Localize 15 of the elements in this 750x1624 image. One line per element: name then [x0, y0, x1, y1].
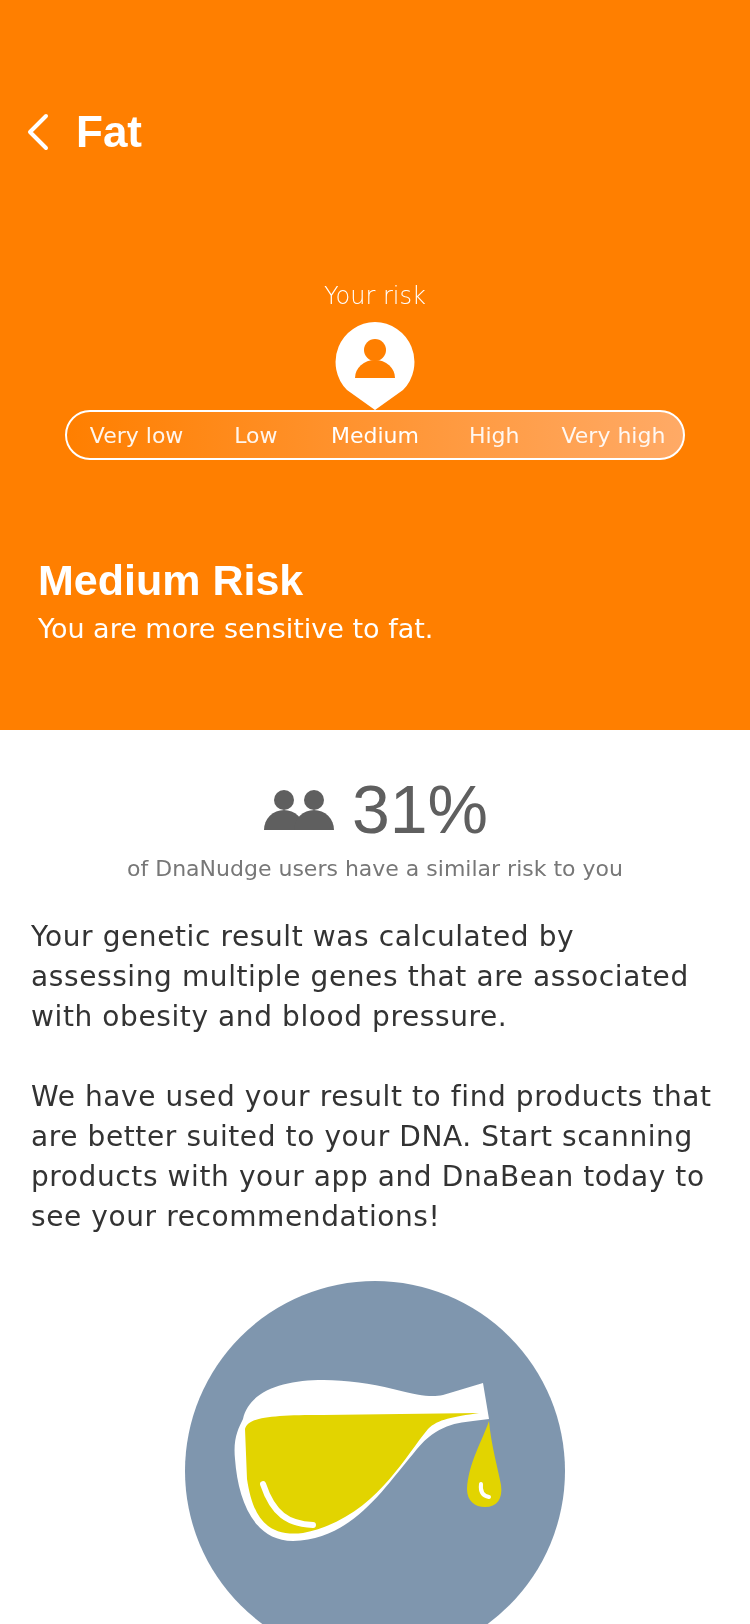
risk-level: Very high [560, 422, 667, 448]
risk-level: Very low [88, 422, 185, 448]
stat-caption: of DnaNudge users have a similar risk to you [126, 856, 624, 881]
risk-level: Medium [330, 422, 420, 448]
risk-label: Your risk [324, 282, 426, 310]
stat-value: 31% [351, 770, 489, 848]
risk-heading: Medium Risk [38, 556, 305, 605]
risk-summary: You are more sensitive to fat. [38, 613, 435, 644]
risk-level: Low [233, 422, 279, 448]
risk-level: High [467, 422, 521, 448]
description-text: Your genetic result was calculated by assessing multiple genes that are associated with obesity and blood pressure. [31, 919, 690, 1035]
people-icon [261, 788, 336, 830]
description-text: We have used your result to find products that are better suited to your DNA. Start scanning products with your app and DnaBean today to see your recommendations! [31, 1079, 713, 1235]
chevron-left-icon [26, 113, 50, 151]
page-title: Fat [76, 107, 142, 157]
